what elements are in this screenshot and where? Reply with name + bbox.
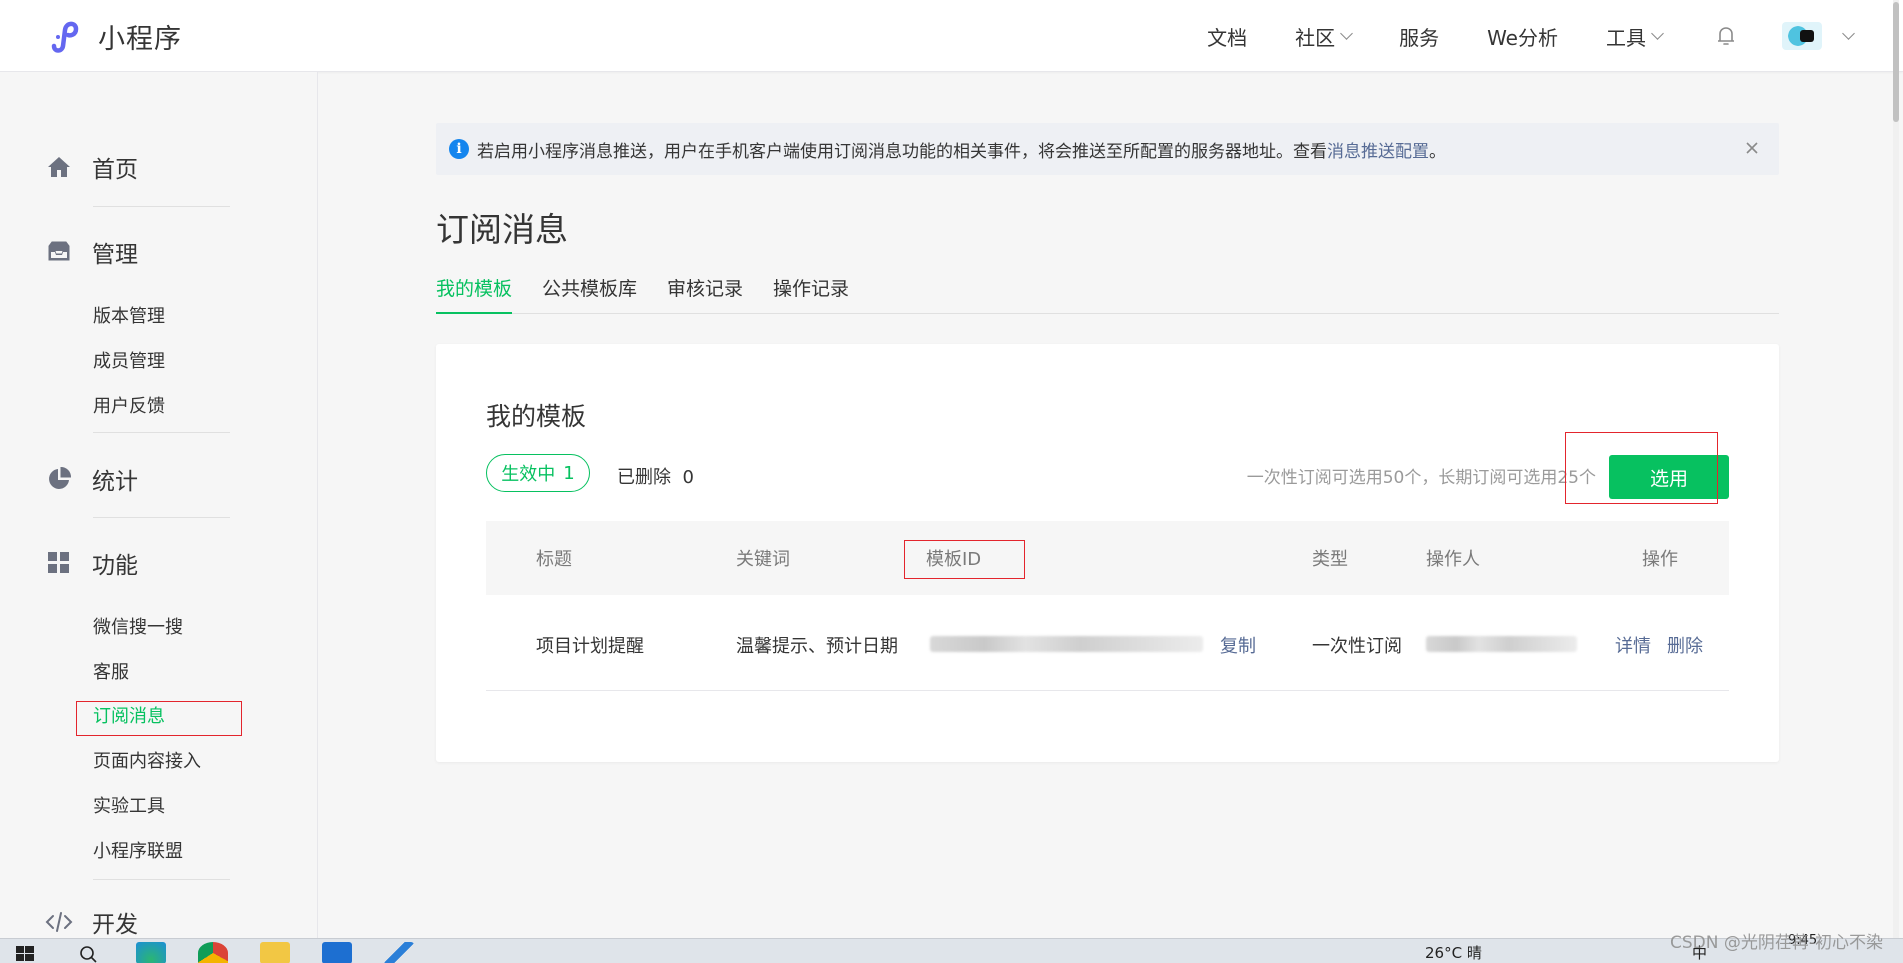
push-notice-banner: i 若启用小程序消息推送，用户在手机客户端使用订阅消息功能的相关事件，将会推送至… <box>436 123 1779 175</box>
redacted-operator <box>1426 636 1577 652</box>
quota-text: 一次性订阅可选用50个，长期订阅可选用25个 <box>1246 468 1596 488</box>
active-count: 1 <box>563 462 575 484</box>
sidebar-item-experiment-tools[interactable]: 实验工具 <box>93 792 165 818</box>
inbox-icon <box>44 237 74 267</box>
deleted-count: 0 <box>682 467 694 488</box>
deleted-label: 已删除 <box>617 467 671 488</box>
push-config-link[interactable]: 消息推送配置 <box>1327 137 1429 162</box>
chrome-browser-icon[interactable] <box>198 942 228 963</box>
delete-link[interactable]: 删除 <box>1667 632 1703 658</box>
nav-docs-label: 文档 <box>1207 25 1248 50</box>
cell-title: 项目计划提醒 <box>536 636 644 657</box>
edge-browser-icon[interactable] <box>136 942 166 963</box>
home-icon <box>44 152 74 182</box>
close-icon[interactable] <box>1741 137 1763 159</box>
info-icon: i <box>449 139 469 159</box>
deleted-filter[interactable]: 已删除 0 <box>617 463 694 489</box>
chevron-down-icon <box>1340 27 1353 40</box>
sidebar-item-user-feedback[interactable]: 用户反馈 <box>93 392 165 418</box>
sidebar-group-manage[interactable]: 管理 <box>44 235 138 269</box>
column-header-keywords: 关键词 <box>736 549 790 570</box>
code-icon <box>44 907 74 937</box>
scrollbar-thumb[interactable] <box>1893 2 1899 122</box>
table-header: 标题 关键词 模板ID 类型 操作人 操作 <box>486 521 1729 595</box>
cell-keywords: 温馨提示、预计日期 <box>736 636 898 657</box>
file-explorer-icon[interactable] <box>260 942 290 963</box>
mini-program-logo-icon <box>51 21 79 53</box>
nav-tools-label: 工具 <box>1606 25 1646 50</box>
copy-link[interactable]: 复制 <box>1220 632 1256 658</box>
column-header-operator: 操作人 <box>1426 549 1480 570</box>
active-filter-pill[interactable]: 生效中 1 <box>486 454 590 492</box>
tab-bar: 我的模板 公共模板库 审核记录 操作记录 <box>436 274 1779 314</box>
nav-services[interactable]: 服务 <box>1399 22 1439 51</box>
top-nav: 文档 社区 服务 We分析 工具 <box>1159 0 1855 72</box>
nav-services-label: 服务 <box>1399 25 1440 50</box>
details-link[interactable]: 详情 <box>1615 632 1651 658</box>
sidebar-group-label: 统计 <box>92 469 138 495</box>
highlight-box <box>904 540 1025 579</box>
nav-tools[interactable]: 工具 <box>1606 22 1664 51</box>
tab-public-template-library[interactable]: 公共模板库 <box>542 274 637 314</box>
grid-icon <box>44 548 74 578</box>
nav-docs[interactable]: 文档 <box>1207 22 1247 51</box>
active-label: 生效中 <box>501 464 556 485</box>
chevron-down-icon <box>1651 27 1664 40</box>
sidebar-item-page-content-access[interactable]: 页面内容接入 <box>93 747 201 773</box>
app-title: 小程序 <box>98 23 182 55</box>
page-scrollbar[interactable] <box>1893 0 1899 938</box>
tab-my-templates[interactable]: 我的模板 <box>436 274 513 314</box>
vscode-icon[interactable] <box>384 942 414 963</box>
cell-type: 一次性订阅 <box>1312 636 1402 657</box>
nav-community-label: 社区 <box>1295 25 1336 50</box>
sidebar-item-wechat-search[interactable]: 微信搜一搜 <box>93 613 183 639</box>
page-title: 订阅消息 <box>436 210 568 249</box>
logo[interactable]: 小程序 <box>46 16 182 56</box>
sidebar-group-label: 首页 <box>92 157 138 183</box>
redacted-template-id <box>930 636 1203 652</box>
account-chevron-down-icon[interactable] <box>1842 27 1855 40</box>
sidebar-item-customer-service[interactable]: 客服 <box>93 658 129 684</box>
tab-operation-records[interactable]: 操作记录 <box>773 274 849 314</box>
os-taskbar: 26°C 晴 中 9:45 <box>0 933 1903 963</box>
column-header-actions: 操作 <box>1642 549 1678 570</box>
sidebar-item-mini-program-alliance[interactable]: 小程序联盟 <box>93 837 183 863</box>
sidebar-item-version-management[interactable]: 版本管理 <box>93 302 165 328</box>
sidebar-item-member-management[interactable]: 成员管理 <box>93 347 165 373</box>
highlight-box <box>1565 432 1718 504</box>
divider <box>93 517 230 518</box>
sidebar-group-functions[interactable]: 功能 <box>44 546 138 580</box>
notice-text: 若启用小程序消息推送，用户在手机客户端使用订阅消息功能的相关事件，将会推送至所配… <box>477 141 1327 162</box>
nav-we-analytics[interactable]: We分析 <box>1487 22 1558 51</box>
divider <box>93 206 230 207</box>
sidebar-group-label: 开发 <box>92 912 138 938</box>
pie-chart-icon <box>44 464 74 494</box>
top-bar: 小程序 文档 社区 服务 We分析 工具 <box>0 0 1903 72</box>
search-icon[interactable] <box>78 942 100 963</box>
highlight-box <box>76 701 242 736</box>
avatar[interactable] <box>1782 22 1822 50</box>
mail-icon[interactable] <box>322 942 352 963</box>
sidebar-group-statistics[interactable]: 统计 <box>44 462 138 496</box>
weather-text[interactable]: 26°C 晴 <box>1425 942 1482 963</box>
my-templates-card: 我的模板 生效中 1 已删除 0 一次性订阅可选用50个，长期订阅可选用25个 … <box>436 344 1779 762</box>
tab-review-records[interactable]: 审核记录 <box>667 274 743 314</box>
bell-icon[interactable] <box>1714 24 1738 48</box>
windows-start-icon[interactable] <box>14 942 36 963</box>
notice-end: 。 <box>1429 141 1446 162</box>
sidebar-group-label: 管理 <box>92 242 138 268</box>
table-row: 项目计划提醒 温馨提示、预计日期 复制 一次性订阅 详情 删除 <box>486 595 1729 691</box>
nav-we-analytics-label: We分析 <box>1487 25 1558 50</box>
column-header-title: 标题 <box>536 549 572 570</box>
sidebar-group-develop[interactable]: 开发 <box>44 905 138 939</box>
card-title: 我的模板 <box>486 402 587 431</box>
sidebar-group-home[interactable]: 首页 <box>44 150 138 184</box>
csdn-watermark: CSDN @光阴荏苒-初心不染 <box>1669 933 1883 953</box>
divider <box>93 879 230 880</box>
divider <box>93 432 230 433</box>
sidebar-group-label: 功能 <box>92 553 138 579</box>
column-header-type: 类型 <box>1312 549 1348 570</box>
sidebar: 首页 管理 版本管理 成员管理 用户反馈 统计 功能 微信搜一搜 客服 订阅消息… <box>0 72 318 938</box>
nav-community[interactable]: 社区 <box>1295 22 1353 51</box>
